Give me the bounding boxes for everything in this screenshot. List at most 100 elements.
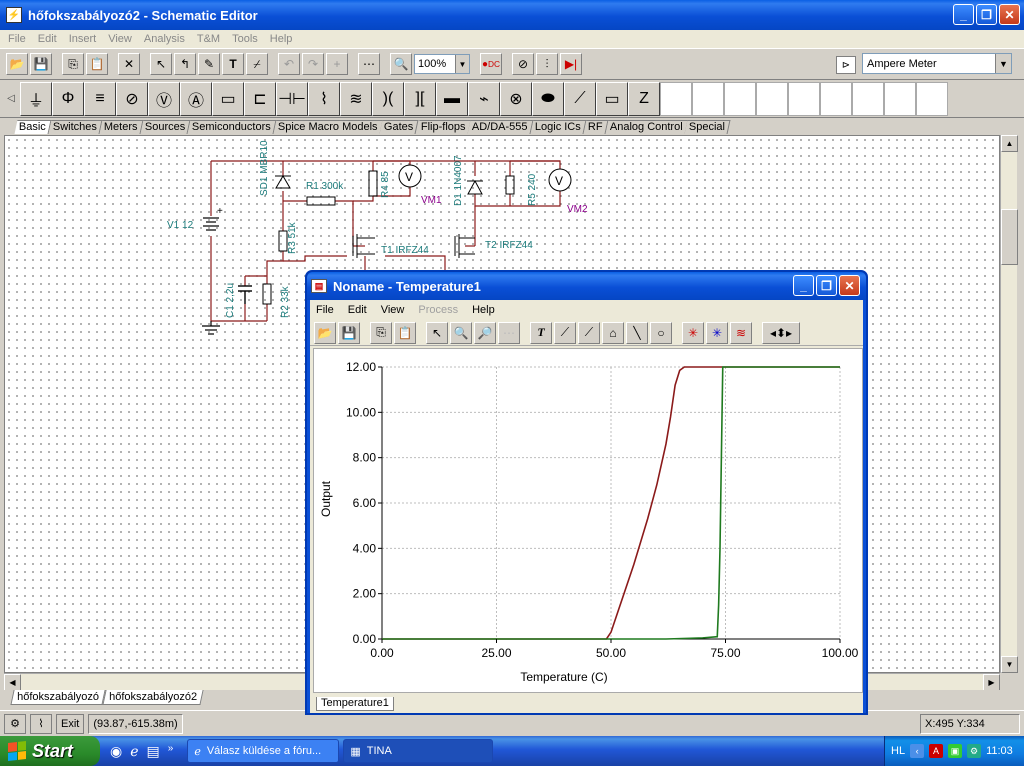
tab-analog-control[interactable]: Analog Control [605, 120, 688, 134]
graph-sheet-tab[interactable]: Temperature1 [316, 697, 394, 711]
sheet-tab-2[interactable]: hőfokszabályozó2 [102, 690, 204, 705]
menu-insert[interactable]: Insert [69, 33, 97, 45]
component-select[interactable]: Ampere Meter ▼ [862, 53, 1012, 74]
save-icon[interactable]: 💾 [30, 53, 52, 75]
ammeter-icon[interactable]: Ⓐ [180, 81, 212, 116]
menu-analysis[interactable]: Analysis [144, 33, 185, 45]
graph-menu-view[interactable]: View [381, 304, 405, 316]
meter-probe-icon[interactable]: ⫶ [536, 53, 558, 75]
tab-logic-ics[interactable]: Logic ICs [530, 120, 587, 134]
erase-wire-icon[interactable]: ⌿ [246, 53, 268, 75]
graph-close-button[interactable]: ✕ [839, 275, 860, 296]
vertical-scrollbar[interactable]: ▲ ▼ [1000, 135, 1018, 673]
tray-arrow-icon[interactable]: ‹ [910, 744, 925, 758]
tab-basic[interactable]: Basic [14, 120, 52, 134]
paste-icon[interactable]: 📋 [86, 53, 108, 75]
network-icon[interactable]: ▣ [948, 744, 963, 758]
save-icon[interactable]: 💾 [338, 321, 360, 344]
menu-edit[interactable]: Edit [38, 33, 57, 45]
capacitor-icon[interactable]: ⊣⊢ [276, 81, 308, 116]
open-folder-icon[interactable]: 📂 [6, 53, 28, 75]
tab-spice-macro-models[interactable]: Spice Macro Models [273, 120, 383, 134]
graph-minimize-button[interactable]: _ [793, 275, 814, 296]
menu-tm[interactable]: T&M [197, 33, 220, 45]
taskbar-item-browser[interactable]: ℯ Válasz küldése a fóru... [187, 739, 340, 763]
tab-gates[interactable]: Gates [379, 120, 420, 134]
multi-battery-icon[interactable]: ≡ [84, 81, 116, 116]
potentiometer-icon[interactable]: ⊏ [244, 81, 276, 116]
delete-icon[interactable]: ✕ [118, 53, 140, 75]
scroll-down-icon[interactable]: ▼ [1001, 656, 1018, 673]
voltage-source-icon[interactable]: ⊘ [116, 81, 148, 116]
ati-icon[interactable]: A [929, 744, 944, 758]
menu-view[interactable]: View [108, 33, 132, 45]
sheet-tab-1[interactable]: hőfokszabályozó [10, 690, 106, 705]
resistor2-icon[interactable]: ▭ [596, 81, 628, 116]
ground-icon[interactable]: ⏚ [20, 81, 52, 116]
tab-semiconductors[interactable]: Semiconductors [187, 120, 277, 134]
text-icon[interactable]: T [222, 53, 244, 75]
curve-label2-icon[interactable]: ⟋ [578, 321, 600, 344]
show-desktop-icon[interactable]: ◉ [110, 743, 122, 760]
dc-analysis-icon[interactable]: ● DC [480, 53, 502, 75]
inductor-icon[interactable]: ⌇ [308, 81, 340, 116]
fuse-icon[interactable]: ▬ [436, 81, 468, 116]
tab-rf[interactable]: RF [583, 120, 609, 134]
grid-icon[interactable]: ⋯ [498, 321, 520, 344]
text-icon[interactable]: T [530, 321, 552, 344]
minimize-button[interactable]: _ [953, 4, 974, 25]
crystal-icon[interactable]: ][ [404, 81, 436, 116]
component-place-icon[interactable]: ⊳ [836, 56, 856, 74]
cursor-a-icon[interactable]: ✳ [682, 321, 704, 344]
switch-icon[interactable]: ⌁ [468, 81, 500, 116]
grid-icon[interactable]: ⋯ [358, 53, 380, 75]
diode-probe-icon[interactable]: ▶| [560, 53, 582, 75]
start-button[interactable]: Start [0, 736, 100, 766]
graph-maximize-button[interactable]: ❐ [816, 275, 837, 296]
exit-button[interactable]: Exit [56, 713, 85, 734]
add-curve-icon[interactable]: ≋ [730, 321, 752, 344]
tab-special[interactable]: Special [684, 120, 731, 134]
graph-menu-file[interactable]: File [316, 304, 334, 316]
zoom-100-icon[interactable]: 🔎 [474, 321, 496, 344]
zoom-in-icon[interactable]: 🔍 [450, 321, 472, 344]
graph-menu-edit[interactable]: Edit [348, 304, 367, 316]
menu-help[interactable]: Help [270, 33, 293, 45]
variable-resistor-icon[interactable]: ⟋ [564, 81, 596, 116]
scroll-left-icon[interactable]: ◁ [6, 82, 16, 116]
tab-flip-flops[interactable]: Flip-flops [416, 120, 471, 134]
menu-tools[interactable]: Tools [232, 33, 258, 45]
wire-cursor-icon[interactable]: ↰ [174, 53, 196, 75]
tab-switches[interactable]: Switches [48, 120, 103, 134]
arrows-icon[interactable]: ◂⬍▸ [762, 321, 800, 344]
curve-label-icon[interactable]: ⟋ [554, 321, 576, 344]
line-icon[interactable]: ╲ [626, 321, 648, 344]
scroll-up-icon[interactable]: ▲ [1001, 135, 1018, 152]
scroll-right-icon[interactable]: ▶ [983, 674, 1000, 691]
voltmeter-icon[interactable]: Ⓥ [148, 81, 180, 116]
crosshair-icon[interactable]: + [326, 53, 348, 75]
pointer-icon[interactable]: ↖ [150, 53, 172, 75]
browser-icon[interactable]: ℯ [130, 743, 138, 760]
probe-icon[interactable]: ⊘ [512, 53, 534, 75]
coupled-inductor-icon[interactable]: )( [372, 81, 404, 116]
cursor-b-icon[interactable]: ✳ [706, 321, 728, 344]
scroll-left-icon[interactable]: ◀ [4, 674, 21, 691]
resistor-icon[interactable]: ▭ [212, 81, 244, 116]
open-folder-icon[interactable]: 📂 [314, 321, 336, 344]
plot-area[interactable]: 0.00 25.00 50.00 75.00 100.00 0.00 2.00 4.00 6.0… [313, 348, 863, 693]
undo-icon[interactable]: ↶ [278, 53, 300, 75]
scroll-thumb[interactable] [1001, 209, 1018, 265]
transformer-icon[interactable]: ≋ [340, 81, 372, 116]
settings-icon[interactable]: ⚙ [967, 744, 982, 758]
circuit-icon[interactable]: ⚙ [4, 713, 26, 734]
close-button[interactable]: ✕ [999, 4, 1020, 25]
taskbar-item-tina[interactable]: ▦ TINA [343, 739, 494, 763]
more-icon[interactable]: » [168, 743, 174, 760]
menu-file[interactable]: File [8, 33, 26, 45]
graph-titlebar[interactable]: ▤ Noname - Temperature1 _ ❐ ✕ [307, 272, 866, 300]
diagram-icon[interactable]: ⌇ [30, 713, 52, 734]
redo-icon[interactable]: ↷ [302, 53, 324, 75]
maximize-button[interactable]: ❐ [976, 4, 997, 25]
zoom-icon[interactable]: 🔍 [390, 53, 412, 75]
